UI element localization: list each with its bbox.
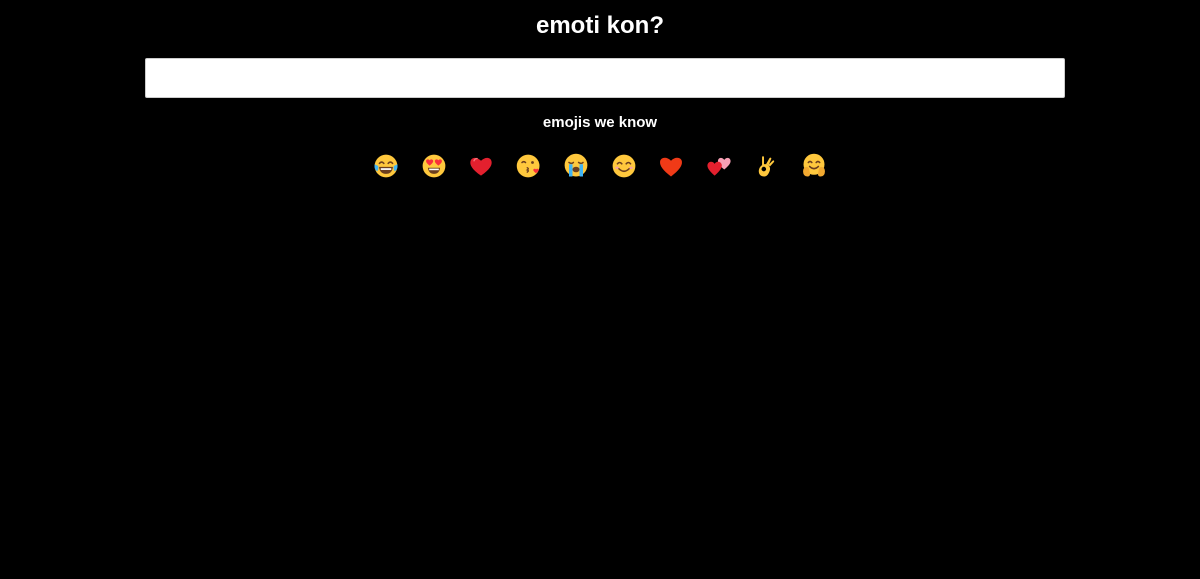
red-heart-suit-icon[interactable] — [648, 146, 696, 186]
red-heart-icon[interactable] — [458, 146, 506, 186]
known-emojis-list — [0, 144, 1200, 188]
page: emoti kon? emojis we know — [0, 0, 1200, 579]
smiling-face-with-smiling-eyes-icon[interactable] — [600, 146, 648, 186]
known-emojis-heading: emojis we know — [542, 114, 658, 131]
smiling-face-with-heart-eyes-icon[interactable] — [410, 146, 458, 186]
loudly-crying-face-icon[interactable] — [553, 146, 601, 186]
hugging-face-icon[interactable] — [790, 146, 838, 186]
emoji-search-input[interactable] — [145, 58, 1065, 98]
two-hearts-icon[interactable] — [695, 146, 743, 186]
face-blowing-a-kiss-icon[interactable] — [505, 146, 553, 186]
page-title: emoti kon? — [535, 12, 664, 39]
ok-hand-icon[interactable] — [743, 146, 791, 186]
face-with-tears-of-joy-icon[interactable] — [363, 146, 411, 186]
